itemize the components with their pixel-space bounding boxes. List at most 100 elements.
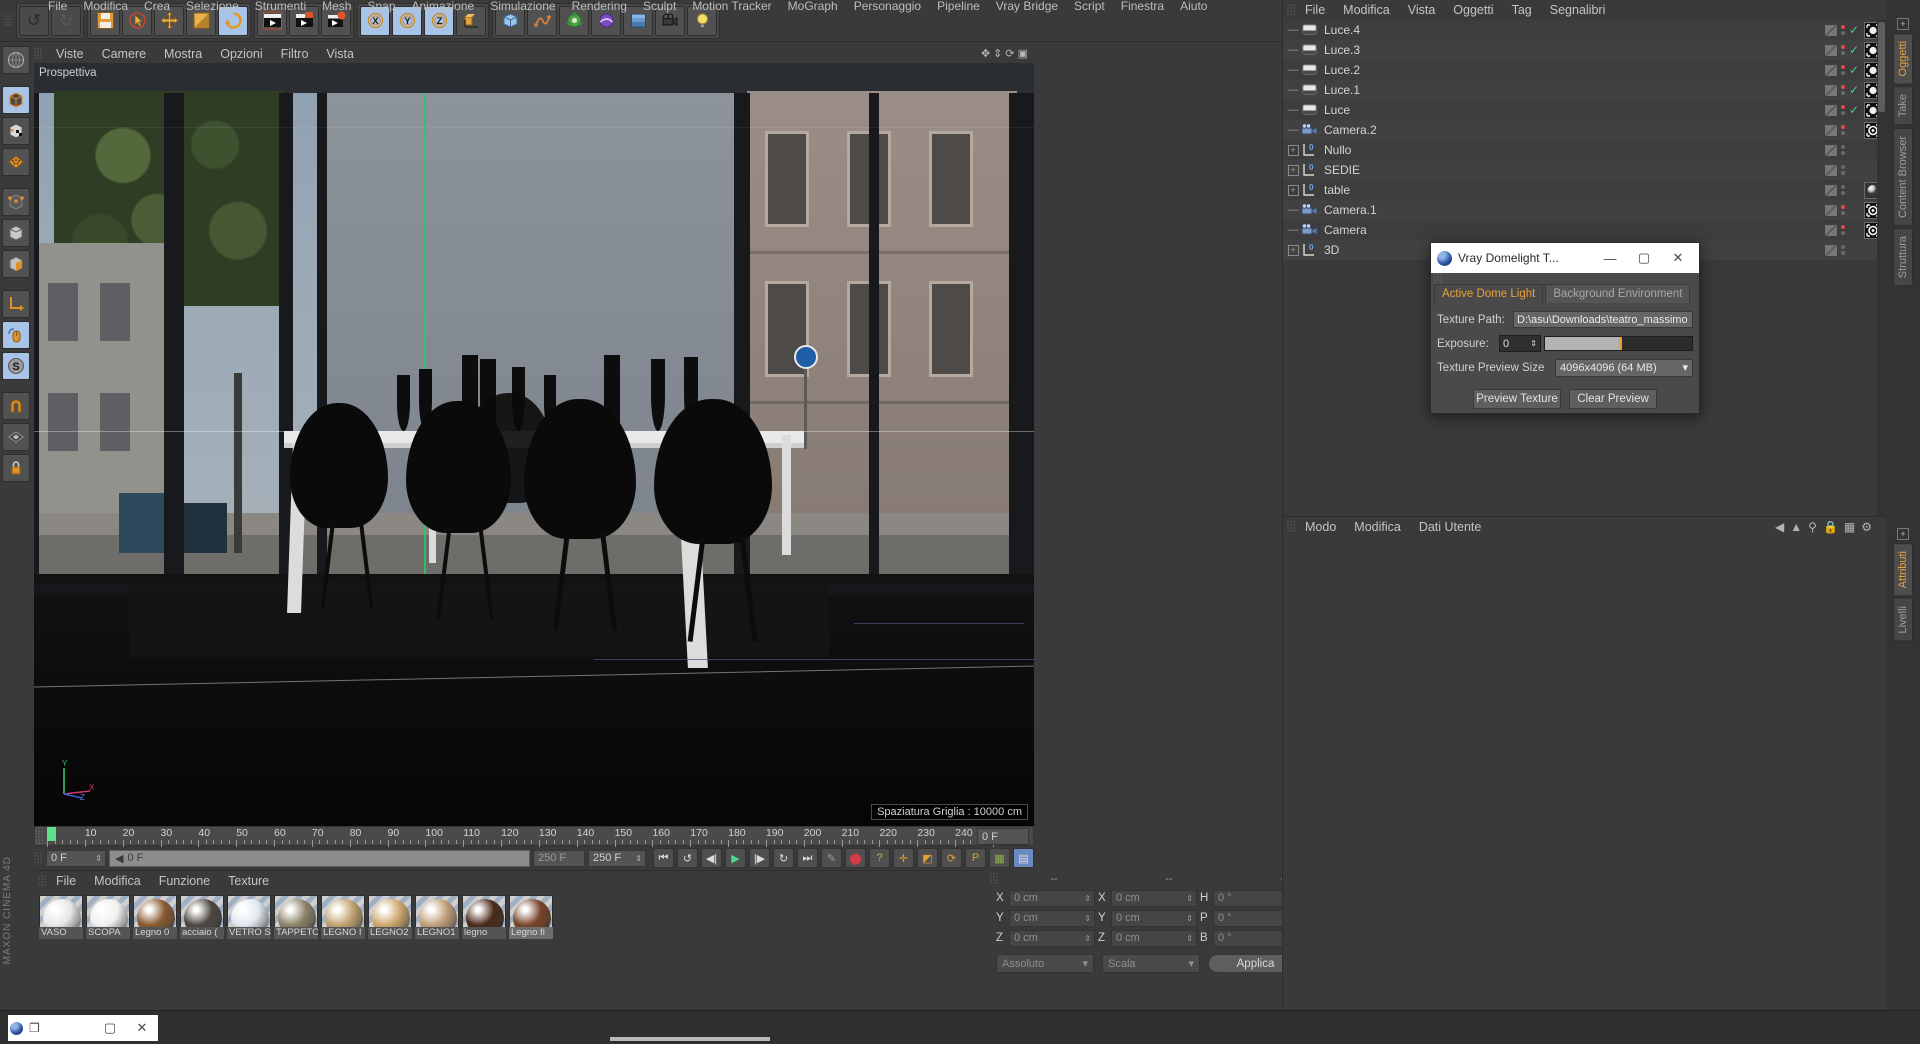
object-enable-check[interactable]: ✓ — [1849, 23, 1861, 37]
tab-take[interactable]: Take — [1893, 86, 1913, 126]
timeline-controls-grip[interactable] — [34, 852, 43, 864]
vray-domelight-dialog[interactable]: Vray Domelight T... — ▢ ✕ Active Dome Li… — [1430, 242, 1700, 414]
editor-visibility-dot[interactable] — [1841, 125, 1845, 129]
dialog-titlebar[interactable]: Vray Domelight T... — ▢ ✕ — [1431, 243, 1699, 273]
visibility-dots[interactable] — [1841, 205, 1846, 215]
menu-item-aiuto[interactable]: Aiuto — [1172, 0, 1215, 15]
object-row[interactable]: +0 Nullo — [1283, 140, 1886, 160]
timeline-ruler[interactable]: 0102030405060708090100110120130140150160… — [34, 826, 1034, 847]
clear-preview-button[interactable]: Clear Preview — [1569, 389, 1657, 409]
visibility-dots[interactable] — [1841, 165, 1846, 175]
object-layer-swatch[interactable] — [1824, 183, 1838, 197]
viewport-menu-vista[interactable]: Vista — [317, 45, 363, 63]
tab-background-environment[interactable]: Background Environment — [1545, 284, 1691, 303]
record-parameter-button[interactable]: P — [965, 848, 986, 868]
keyframe-selection-button[interactable]: ? — [869, 848, 890, 868]
menu-item-script[interactable]: Script — [1066, 0, 1113, 15]
coordinate-size-field[interactable]: 0 cm ⇕ — [1111, 909, 1197, 927]
add-panel-button-2[interactable]: + — [1897, 527, 1909, 540]
expand-toggle-icon[interactable]: + — [1285, 164, 1301, 176]
menu-item-mesh[interactable]: Mesh — [314, 0, 359, 15]
material-grip[interactable] — [38, 875, 47, 887]
editor-visibility-dot[interactable] — [1841, 165, 1845, 169]
live-selection-tool[interactable] — [2, 46, 30, 74]
minimize-button[interactable]: — — [1593, 244, 1627, 272]
chevron-down-icon[interactable]: ▾ — [1682, 361, 1688, 374]
taskbar-close-button[interactable]: ✕ — [126, 1015, 158, 1041]
visibility-dots[interactable] — [1841, 125, 1846, 135]
viewport-grip[interactable] — [34, 47, 43, 60]
viewport-menu-mostra[interactable]: Mostra — [155, 45, 211, 63]
expand-toggle-icon[interactable]: + — [1285, 244, 1301, 256]
menu-item-strumenti[interactable]: Strumenti — [247, 0, 314, 15]
render-visibility-dot[interactable] — [1841, 191, 1845, 195]
exposure-slider-knob[interactable] — [1618, 337, 1622, 350]
tab-attributi[interactable]: Attributi — [1893, 542, 1913, 597]
dialog-grip[interactable] — [1431, 272, 1699, 285]
visibility-dots[interactable] — [1841, 65, 1846, 75]
coordinate-mode-select[interactable]: Assoluto ▾ — [996, 954, 1094, 973]
tab-active-dome-light[interactable]: Active Dome Light — [1434, 284, 1544, 303]
render-visibility-dot[interactable] — [1841, 171, 1845, 175]
material-item[interactable]: SCOPA — [86, 895, 130, 939]
viewport-3d-scene[interactable]: Y X Z Prospettiva Spaziatura Griglia : 1… — [34, 63, 1034, 826]
polygons-mode-tool[interactable] — [2, 219, 30, 247]
points-mode-tool[interactable] — [2, 148, 30, 176]
search-icon[interactable]: ⚲ — [1808, 520, 1817, 534]
editor-visibility-dot[interactable] — [1841, 25, 1845, 29]
record-scale-button[interactable]: ◩ — [917, 848, 938, 868]
spinner-icon[interactable]: ⇕ — [1186, 914, 1193, 923]
coordinates-grip[interactable] — [990, 873, 999, 885]
coordinate-position-field[interactable]: 0 cm ⇕ — [1009, 929, 1095, 947]
exposure-slider[interactable] — [1544, 336, 1693, 351]
zoom-icon[interactable]: ⇕ — [993, 47, 1002, 60]
spinner-icon[interactable]: ⇕ — [95, 854, 102, 863]
back-arrow-icon[interactable]: ◀ — [1775, 520, 1784, 534]
spinner-icon[interactable]: ⇕ — [1186, 894, 1193, 903]
render-visibility-dot[interactable] — [1841, 251, 1845, 255]
chevron-down-icon[interactable]: ▾ — [1188, 957, 1194, 970]
object-menu-segnalibri[interactable]: Segnalibri — [1541, 1, 1615, 19]
visibility-dots[interactable] — [1841, 85, 1846, 95]
render-visibility-dot[interactable] — [1841, 91, 1845, 95]
gear-icon[interactable]: ⚙ — [1861, 520, 1872, 534]
exposure-input[interactable]: 0 ⇕ — [1499, 335, 1541, 352]
object-row[interactable]: — Camera — [1283, 220, 1886, 240]
attribute-grip[interactable] — [1287, 521, 1296, 533]
editor-visibility-dot[interactable] — [1841, 225, 1845, 229]
menu-item-pipeline[interactable]: Pipeline — [929, 0, 988, 15]
object-row[interactable]: +0 table — [1283, 180, 1886, 200]
menu-item-file[interactable]: File — [40, 0, 75, 15]
record-position-button[interactable]: ✛ — [893, 848, 914, 868]
render-visibility-dot[interactable] — [1841, 231, 1845, 235]
menu-item-animazione[interactable]: Animazione — [404, 0, 483, 15]
coordinate-size-field[interactable]: 0 cm ⇕ — [1111, 929, 1197, 947]
autokey-button[interactable]: ✎ — [821, 848, 842, 868]
material-item[interactable]: VASO — [39, 895, 83, 939]
editor-visibility-dot[interactable] — [1841, 185, 1845, 189]
workplane-tool[interactable] — [2, 423, 30, 451]
object-row[interactable]: — Luce.2 ✓ — [1283, 60, 1886, 80]
render-visibility-dot[interactable] — [1841, 151, 1845, 155]
spinner-icon[interactable]: ⇕ — [1084, 894, 1091, 903]
coordinate-position-field[interactable]: 0 cm ⇕ — [1009, 889, 1095, 907]
editor-visibility-dot[interactable] — [1841, 105, 1845, 109]
object-row[interactable]: — Luce ✓ — [1283, 100, 1886, 120]
range-end-field[interactable]: 250 F ⇕ — [588, 849, 646, 867]
object-layer-swatch[interactable] — [1824, 243, 1838, 257]
editor-visibility-dot[interactable] — [1841, 85, 1845, 89]
object-menu-file[interactable]: File — [1296, 1, 1334, 19]
editor-visibility-dot[interactable] — [1841, 205, 1845, 209]
object-layer-swatch[interactable] — [1824, 203, 1838, 217]
tab-livelli[interactable]: Livelli — [1893, 598, 1913, 642]
object-enable-check[interactable]: ✓ — [1849, 63, 1861, 77]
texture-path-input[interactable]: D:\asu\Downloads\teatro_massimo — [1513, 311, 1693, 328]
range-end-display[interactable]: 250 F — [533, 849, 585, 867]
object-layer-swatch[interactable] — [1824, 223, 1838, 237]
object-layer-swatch[interactable] — [1824, 43, 1838, 57]
material-item[interactable]: Legno 0 — [133, 895, 177, 939]
material-menu-modifica[interactable]: Modifica — [85, 872, 150, 890]
preview-texture-button[interactable]: Preview Texture — [1473, 389, 1561, 409]
step-back-button[interactable]: ◀| — [701, 848, 722, 868]
pan-icon[interactable]: ✥ — [981, 47, 990, 60]
